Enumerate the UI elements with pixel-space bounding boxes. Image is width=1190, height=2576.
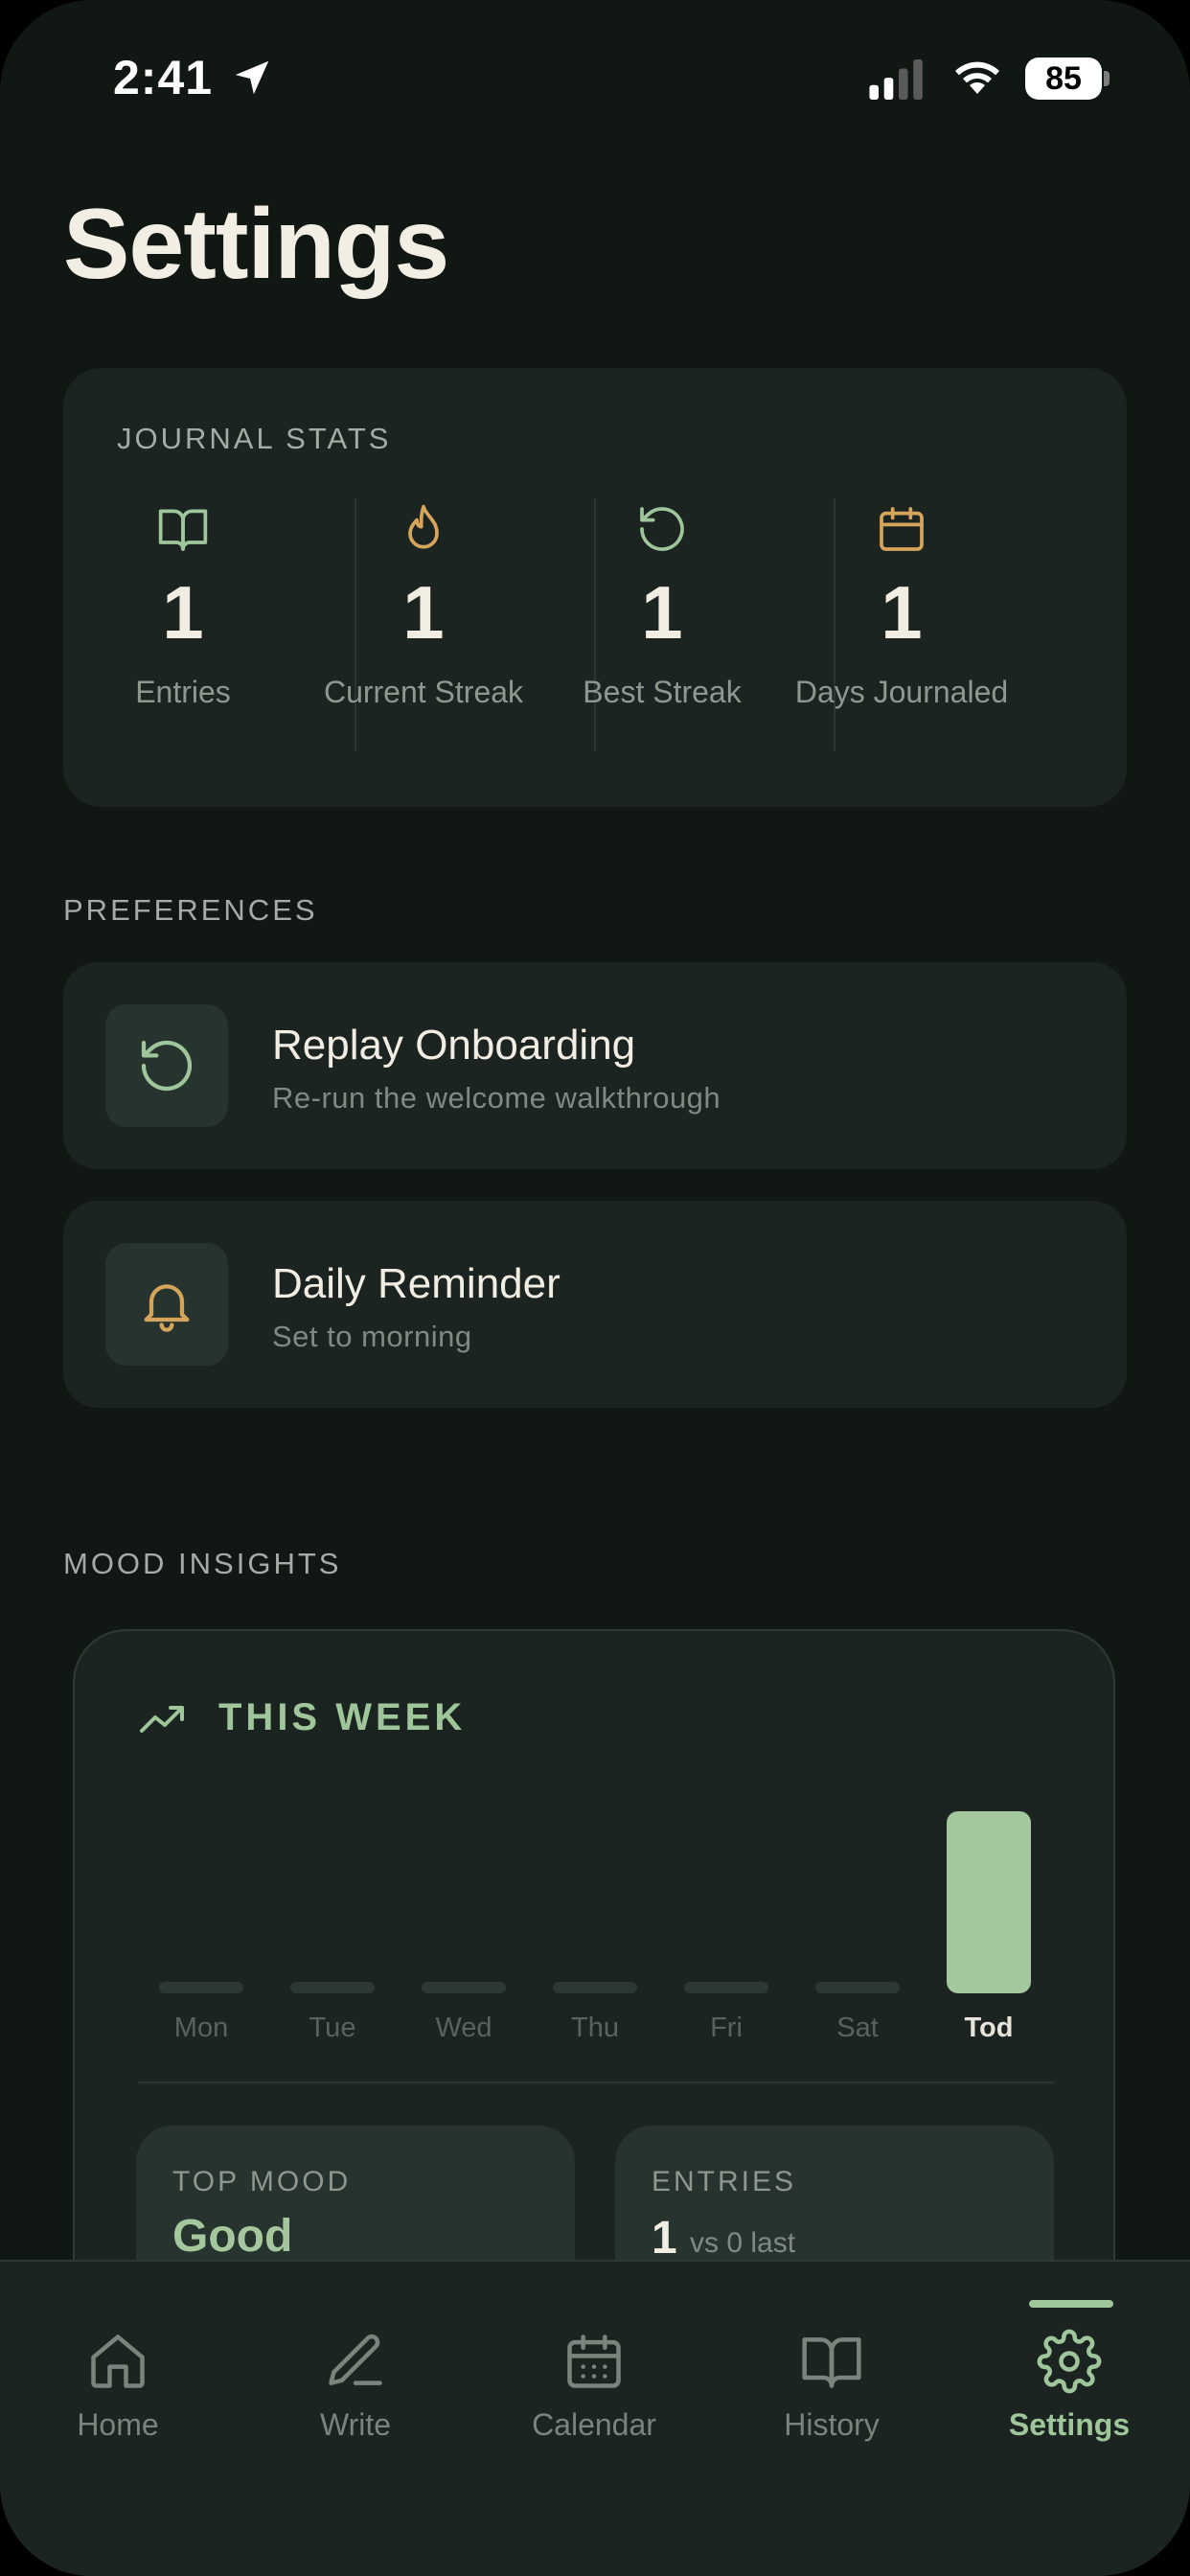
flame-icon <box>408 504 439 549</box>
top-mood-value: Good <box>172 2211 293 2262</box>
entries-value: 1 <box>652 2213 677 2264</box>
preferences-label: PREFERENCES <box>63 893 318 927</box>
pref-title: Daily Reminder <box>272 1260 561 1307</box>
chart-day-label: Wed <box>435 2012 492 2043</box>
tab-label: Write <box>319 2407 392 2442</box>
tab-home[interactable]: Home <box>12 2329 223 2443</box>
page-title: Settings <box>63 189 449 300</box>
rotate-icon <box>141 1040 193 1092</box>
journal-stats-label: JOURNAL STATS <box>117 422 392 455</box>
chart-bar-mon <box>159 1982 243 1993</box>
tab-write[interactable]: Write <box>250 2329 461 2443</box>
chart-bar-fri <box>684 1982 768 1993</box>
status-time: 2:41 <box>113 51 214 104</box>
stat-label: Days Journaled <box>794 675 1009 709</box>
pencil-icon <box>329 2334 382 2385</box>
stat-label: Best Streak <box>583 675 742 709</box>
stat-current-streak: 1 Current Streak <box>304 502 543 751</box>
tab-settings[interactable]: Settings <box>964 2329 1175 2443</box>
calendar-icon <box>880 507 924 551</box>
book-icon <box>158 509 208 551</box>
settings-screen: 2:41 85 Settings JOURNAL STATS 1 Entries <box>0 0 1190 2576</box>
stat-days-journaled: 1 Days Journaled <box>782 502 1021 751</box>
stat-label: Current Streak <box>323 675 524 709</box>
pref-subtitle: Set to morning <box>272 1320 472 1353</box>
chart-day-label: Sat <box>836 2012 879 2043</box>
book-icon <box>802 2337 861 2388</box>
pref-title: Replay Onboarding <box>272 1022 636 1069</box>
chart-day-label: Thu <box>571 2012 619 2043</box>
mood-card-title: THIS WEEK <box>218 1696 467 1738</box>
status-bar: 2:41 85 <box>0 0 1190 153</box>
trending-up-icon <box>140 1706 184 1733</box>
chart-day-label: Tue <box>309 2012 356 2043</box>
stat-best-streak: 1 Best Streak <box>542 502 782 751</box>
bell-icon <box>144 1284 190 1332</box>
chart-day-label: Tod <box>964 2012 1014 2043</box>
stat-label: Entries <box>135 675 231 709</box>
entries-comparison: vs 0 last <box>690 2227 796 2259</box>
active-tab-indicator <box>1029 2300 1113 2308</box>
chart-bar-tue <box>290 1982 375 1993</box>
calendar-icon <box>567 2334 621 2388</box>
tab-label: History <box>784 2407 880 2442</box>
chart-bar-thu <box>553 1982 637 1993</box>
divider <box>138 2082 1054 2083</box>
stat-value: 1 <box>402 570 445 655</box>
mood-insights-card: THIS WEEK Mon Tue Wed Thu Fri Sat Tod TOP MOOD… <box>73 1629 1115 2336</box>
cellular-signal-icon <box>869 59 923 100</box>
chart-bar-tod <box>947 1811 1031 1993</box>
entries-label: ENTRIES <box>652 2166 797 2197</box>
wifi-icon <box>955 61 999 94</box>
stat-value: 1 <box>162 570 204 655</box>
daily-reminder-button[interactable]: Daily Reminder Set to morning <box>63 1201 1127 1408</box>
tab-bar: Home Write Calendar History Settings <box>0 2260 1190 2576</box>
replay-onboarding-button[interactable]: Replay Onboarding Re-run the welcome wal… <box>63 962 1127 1169</box>
stat-value: 1 <box>641 570 683 655</box>
rotate-icon <box>640 507 684 551</box>
stat-entries: 1 Entries <box>63 502 303 751</box>
mood-insights-label: MOOD INSIGHTS <box>63 1547 342 1580</box>
tab-history[interactable]: History <box>726 2329 937 2443</box>
gear-icon <box>1037 2329 1102 2394</box>
chart-bar-wed <box>422 1982 506 1993</box>
tab-label: Settings <box>1008 2407 1131 2442</box>
chart-day-label: Mon <box>173 2012 229 2043</box>
battery-icon: 85 <box>1025 58 1110 100</box>
tab-label: Home <box>77 2407 159 2442</box>
pref-subtitle: Re-run the welcome walkthrough <box>272 1081 721 1115</box>
stat-value: 1 <box>881 570 923 655</box>
journal-stats-card: JOURNAL STATS 1 Entries 1 Current Streak… <box>63 368 1127 807</box>
tab-calendar[interactable]: Calendar <box>489 2329 699 2443</box>
chart-bar-sat <box>815 1982 900 1993</box>
battery-level: 85 <box>1025 58 1102 100</box>
tab-label: Calendar <box>532 2407 656 2442</box>
location-arrow-icon <box>235 60 269 95</box>
home-icon <box>91 2334 145 2388</box>
top-mood-label: TOP MOOD <box>172 2166 352 2197</box>
chart-day-label: Fri <box>710 2012 743 2043</box>
